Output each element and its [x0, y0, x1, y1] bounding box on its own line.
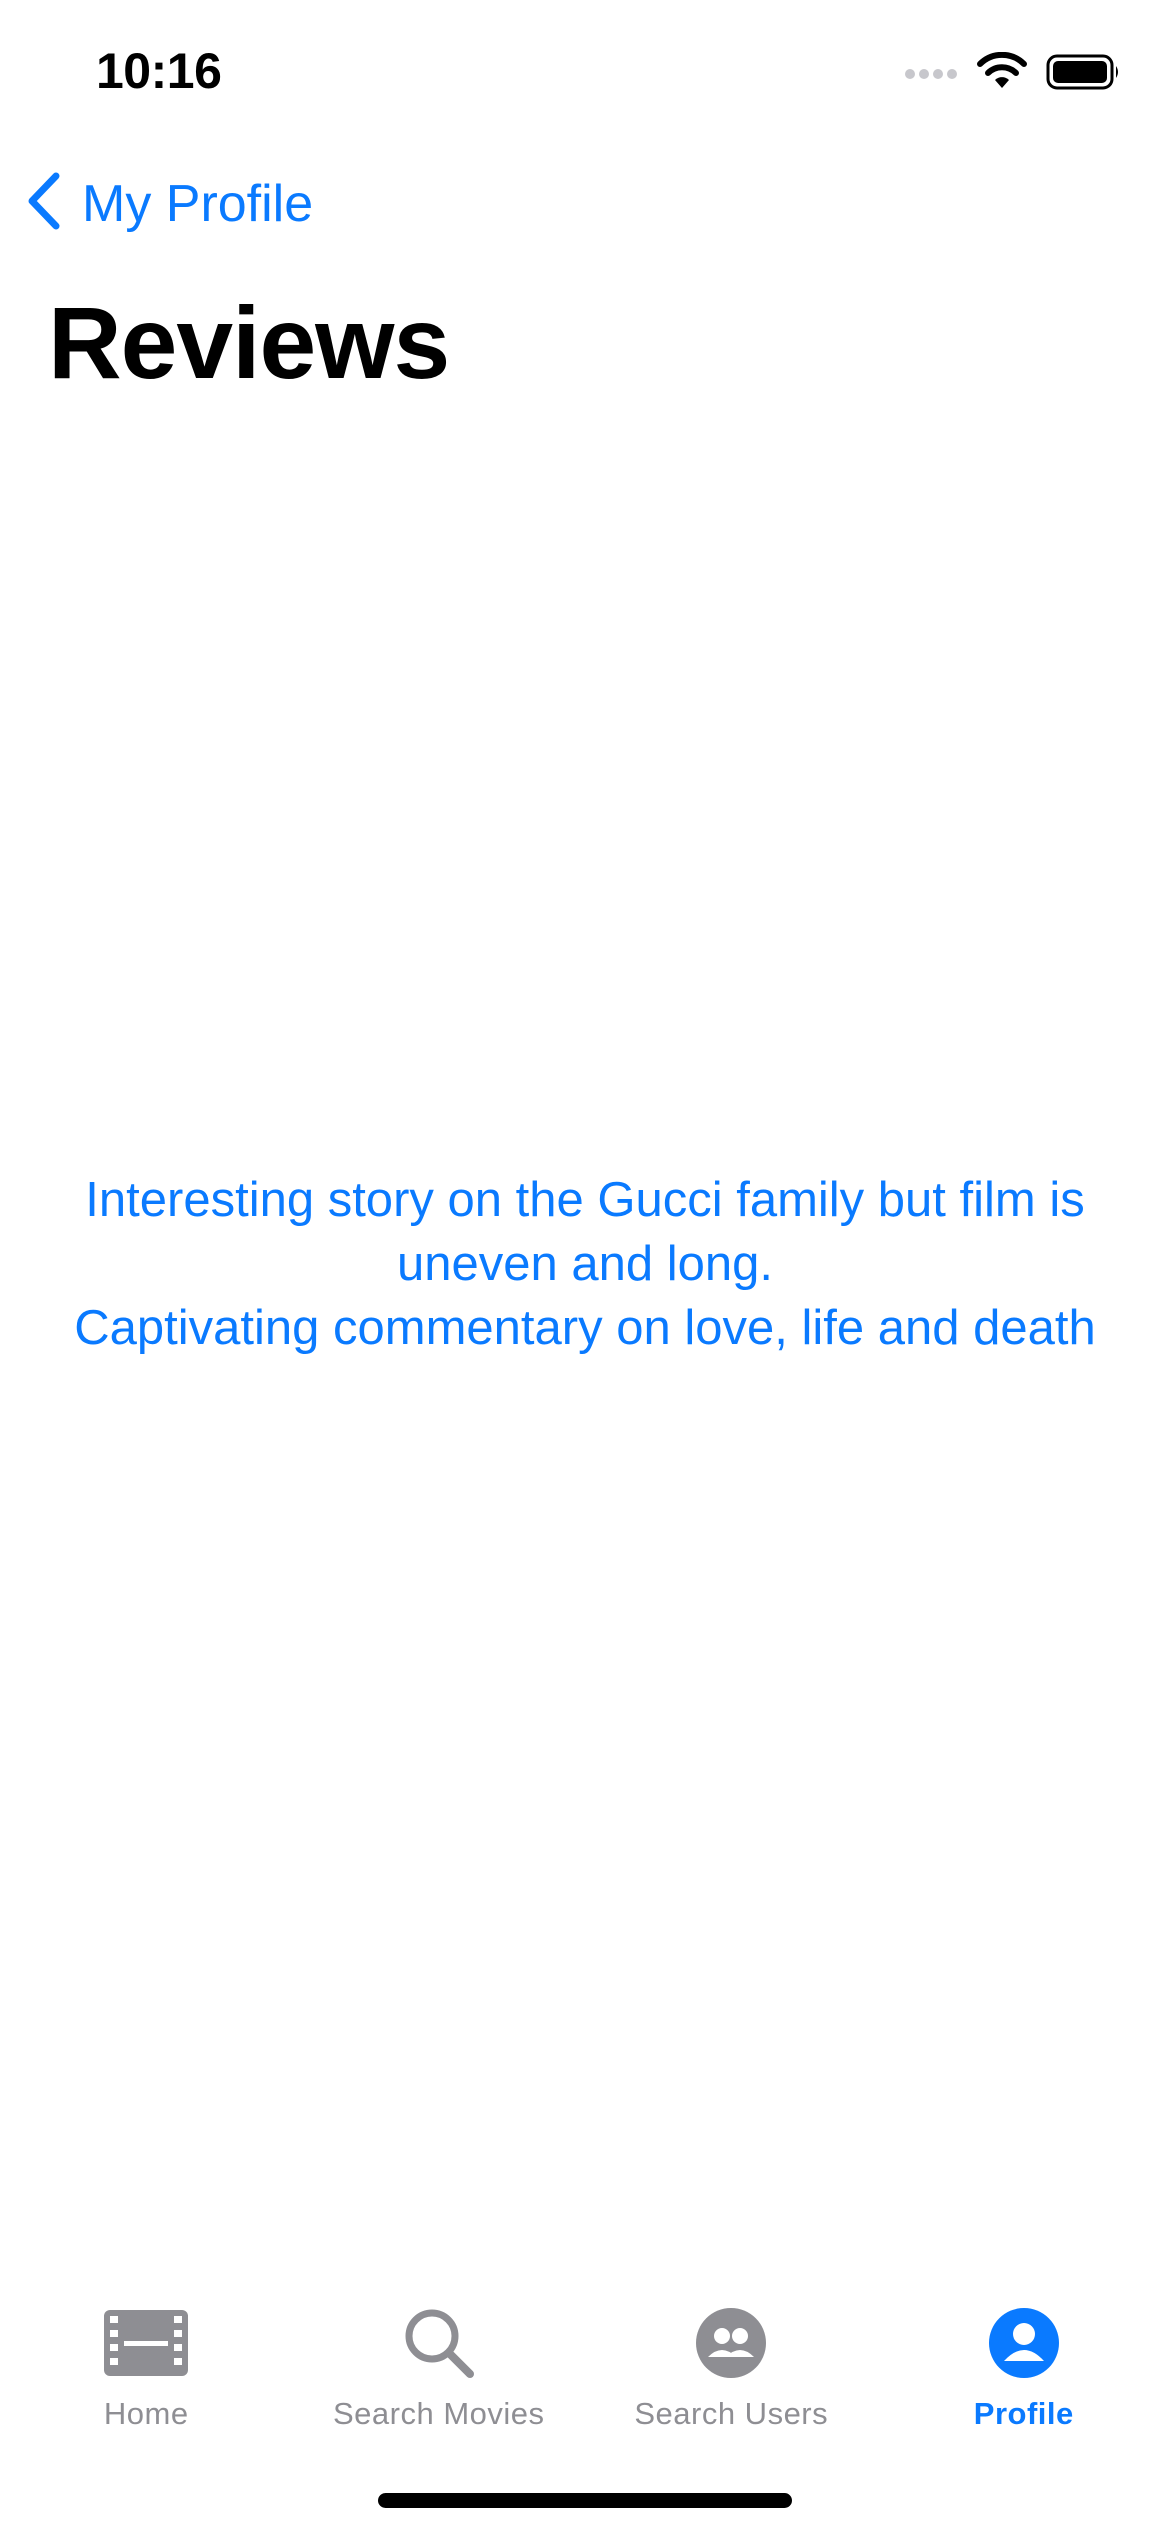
- back-button-label: My Profile: [82, 174, 314, 233]
- tab-bar: Home Search Movies Search Users Profile: [0, 2290, 1170, 2450]
- status-icons: [904, 51, 1122, 97]
- tab-search-users[interactable]: Search Users: [585, 2290, 878, 2450]
- reviews-list: Interesting story on the Gucci family bu…: [40, 1168, 1130, 1360]
- home-indicator[interactable]: [378, 2493, 792, 2508]
- page-title: Reviews: [48, 286, 450, 400]
- magnifying-glass-icon: [396, 2300, 482, 2386]
- person-icon: [981, 2300, 1067, 2386]
- tab-label: Profile: [973, 2396, 1074, 2431]
- people-icon: [688, 2300, 774, 2386]
- tab-label: Search Users: [634, 2396, 829, 2431]
- battery-icon: [1046, 53, 1122, 96]
- review-item: Interesting story on the Gucci family bu…: [85, 1173, 1085, 1291]
- status-time: 10:16: [96, 43, 222, 99]
- wifi-icon: [976, 51, 1028, 97]
- tab-search-movies[interactable]: Search Movies: [293, 2290, 586, 2450]
- tab-label: Search Movies: [332, 2396, 545, 2431]
- tab-profile[interactable]: Profile: [878, 2290, 1170, 2450]
- review-item: Captivating commentary on love, life and…: [74, 1301, 1096, 1355]
- cellular-signal-icon: [904, 62, 958, 87]
- back-button[interactable]: My Profile: [24, 170, 313, 237]
- tab-home[interactable]: Home: [0, 2290, 293, 2450]
- tab-label: Home: [103, 2396, 189, 2431]
- film-icon: [103, 2300, 189, 2386]
- status-bar: 10:16: [0, 0, 1170, 140]
- chevron-left-icon: [24, 170, 64, 237]
